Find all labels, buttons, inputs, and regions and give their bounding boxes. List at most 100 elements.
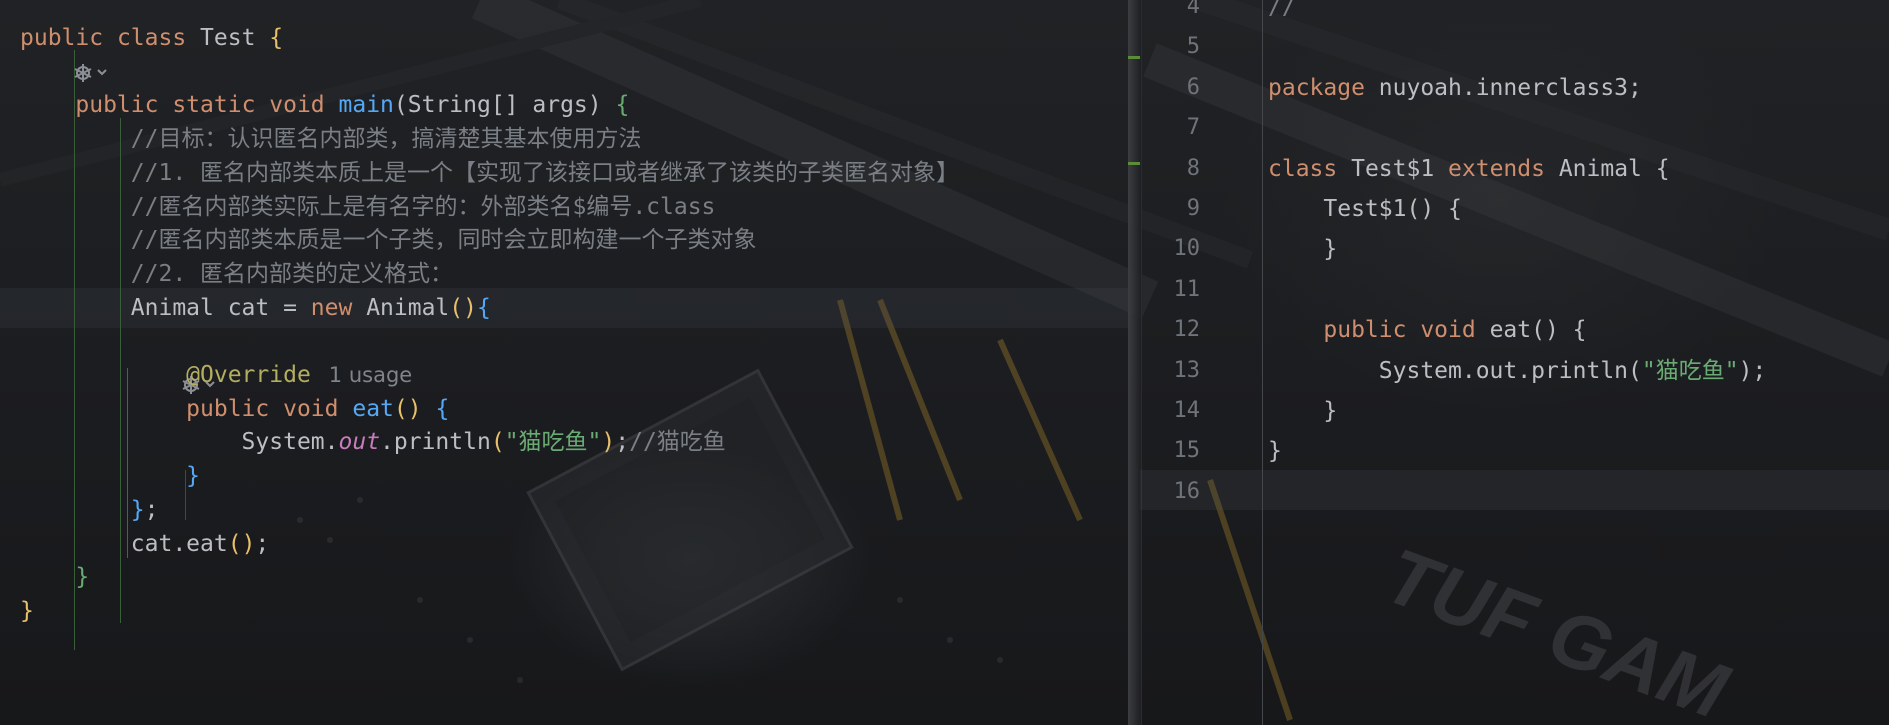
code-token: (String[] args) (393, 92, 616, 119)
code-token: Test$1 (1351, 155, 1449, 182)
code-token: //匿名内部类本质是一个子类，同时会立即构建一个子类对象 (20, 227, 757, 254)
code-token: ) (601, 429, 616, 456)
code-token: @Override (20, 362, 311, 388)
code-token: { (476, 294, 491, 321)
code-token: class (1268, 155, 1352, 182)
code-token: public (20, 92, 173, 119)
code-token: public (1268, 317, 1421, 344)
code-token: cat.eat (20, 530, 228, 557)
code-token: } (20, 496, 145, 523)
code-token: () (393, 395, 436, 422)
code-token: { (435, 395, 450, 422)
code-line[interactable]: 7 (1140, 108, 1889, 148)
code-token: Test$1() { (1268, 196, 1462, 222)
code-token: ; (144, 496, 159, 523)
code-token: //1. 匿名内部类本质上是一个【实现了该接口或者继承了该类的子类匿名对象】 (20, 159, 960, 186)
line-number: 6 (1186, 74, 1200, 100)
line-number: 8 (1186, 155, 1200, 181)
code-token: .println (380, 429, 491, 456)
code-line[interactable]: 14 } (1140, 391, 1889, 431)
code-token: extends (1448, 155, 1559, 182)
code-token: () (449, 294, 477, 321)
code-token: "猫吃鱼" (1641, 357, 1739, 384)
line-number: 15 (1173, 438, 1201, 464)
line-number: 10 (1173, 236, 1201, 262)
change-marker (1128, 56, 1140, 59)
code-token: Animal cat = (20, 294, 311, 321)
code-token: "猫吃鱼" (504, 429, 602, 456)
line-number: 5 (1186, 34, 1200, 60)
code-token: package (1268, 74, 1379, 101)
code-text[interactable]: } (20, 591, 34, 631)
code-token: //猫吃鱼 (629, 429, 726, 456)
code-text[interactable]: package nuyoah.innerclass3; (1268, 68, 1642, 108)
code-token: ( (490, 429, 505, 456)
usage-inlay-hint[interactable]: 1 usage (329, 363, 412, 387)
line-number: 16 (1173, 478, 1201, 504)
left-editor-pane[interactable]: public class Test { public static void m… (0, 0, 1128, 725)
code-text[interactable]: } (1268, 431, 1282, 471)
code-token: } (20, 597, 34, 624)
code-text[interactable]: } (1268, 391, 1337, 431)
line-number: 12 (1173, 317, 1201, 343)
code-token: { (269, 25, 284, 51)
code-token: void (269, 92, 339, 119)
code-token: out (338, 429, 381, 456)
code-text[interactable]: public void eat() { (1268, 310, 1587, 350)
code-token: main (338, 92, 394, 119)
code-token: void (283, 395, 353, 422)
code-token: // (1268, 0, 1296, 20)
code-token: class (116, 25, 201, 51)
line-number: 4 (1186, 0, 1200, 19)
code-token: System.out.println( (1268, 357, 1642, 384)
code-line[interactable]: 12 public void eat() { (1140, 310, 1889, 350)
code-line[interactable]: 8 class Test$1 extends Animal { (1140, 149, 1889, 189)
code-token: Test (200, 25, 270, 51)
line-number: 14 (1173, 398, 1201, 423)
line-number: 9 (1186, 196, 1200, 221)
code-text[interactable]: // (1268, 0, 1296, 27)
code-line[interactable]: 13 System.out.println("猫吃鱼"); (1140, 351, 1889, 391)
code-token: } (1268, 236, 1338, 263)
line-number: 11 (1173, 276, 1201, 302)
code-line[interactable]: 5 (1140, 27, 1889, 67)
code-text[interactable]: class Test$1 extends Animal { (1268, 149, 1670, 189)
code-token: Animal (366, 294, 450, 321)
code-token: ); (1738, 357, 1767, 384)
code-token: void (1420, 317, 1490, 344)
change-marker (1128, 162, 1140, 165)
code-token: //2. 匿名内部类的定义格式： (20, 260, 454, 287)
code-token: nuyoah.innerclass3; (1378, 74, 1642, 101)
code-line[interactable]: 9 Test$1() { (1140, 189, 1889, 229)
code-token: } (1268, 398, 1338, 424)
code-token: } (20, 564, 90, 591)
code-text[interactable]: } (1268, 229, 1337, 269)
code-token: public (20, 395, 284, 422)
code-token: { (615, 92, 630, 119)
code-line[interactable]: 16 (1140, 472, 1889, 512)
code-line[interactable]: 6 package nuyoah.innerclass3; (1140, 68, 1889, 108)
code-line[interactable]: 10 } (1140, 229, 1889, 269)
code-text[interactable]: Test$1() { (1268, 189, 1462, 229)
code-token: } (20, 463, 201, 490)
code-token: System. (20, 429, 339, 456)
code-token: eat (352, 395, 394, 422)
code-line[interactable]: } (0, 591, 1128, 631)
code-text[interactable]: System.out.println("猫吃鱼"); (1268, 351, 1767, 391)
code-token: new (310, 294, 367, 321)
code-line[interactable]: 15} (1140, 431, 1889, 471)
right-editor-pane[interactable]: 4 // 5 6 package nuyoah.innerclass3; 7 8 class … (1140, 0, 1889, 725)
code-token: public (20, 25, 117, 51)
code-token: static (172, 92, 270, 119)
code-line[interactable]: 11 (1140, 270, 1889, 310)
code-token: ; (615, 429, 630, 456)
code-token: () (227, 530, 256, 557)
code-token: Animal { (1558, 155, 1670, 182)
code-token: //匿名内部类实际上是有名字的：外部类名$编号.class (20, 193, 716, 220)
code-token: eat() { (1489, 317, 1587, 344)
code-line[interactable]: 4 // (1140, 0, 1889, 27)
code-token: } (1268, 438, 1282, 465)
code-token: //目标：认识匿名内部类，搞清楚其基本使用方法 (20, 126, 642, 153)
line-number: 7 (1186, 115, 1200, 141)
code-token: ; (255, 530, 270, 557)
